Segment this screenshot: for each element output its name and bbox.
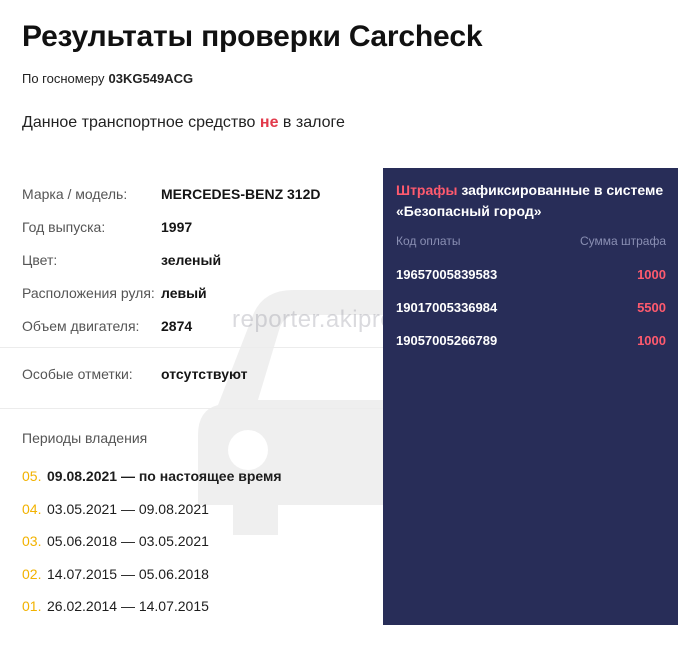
fines-table: 19657005839583 1000 19017005336984 5500 … bbox=[396, 258, 666, 357]
plate-number: 03KG549ACG bbox=[108, 71, 194, 86]
carcheck-results-page: reporter.akipress.org Результаты проверк… bbox=[0, 0, 700, 646]
list-item: 03. 05.06.2018 — 03.05.2021 bbox=[22, 525, 282, 558]
fine-code: 19657005839583 bbox=[396, 267, 498, 282]
spec-row-year: Год выпуска: 1997 bbox=[22, 210, 362, 243]
list-item: 04. 03.05.2021 — 09.08.2021 bbox=[22, 493, 282, 526]
spec-value: 2874 bbox=[161, 317, 193, 334]
pledge-text-before: Данное транспортное средство bbox=[22, 114, 260, 131]
spec-value: MERCEDES-BENZ 312D bbox=[161, 185, 321, 202]
table-row: 19017005336984 5500 bbox=[396, 291, 666, 324]
list-item: 05. 09.08.2021 — по настоящее время bbox=[22, 460, 282, 493]
ownership-periods: 05. 09.08.2021 — по настоящее время 04. … bbox=[22, 460, 282, 623]
fine-amount: 1000 bbox=[637, 333, 666, 348]
list-item: 01. 26.02.2014 — 14.07.2015 bbox=[22, 590, 282, 623]
spec-label: Цвет: bbox=[22, 251, 58, 268]
fine-code: 19057005266789 bbox=[396, 333, 498, 348]
pledge-negation: не bbox=[259, 114, 279, 131]
column-header-amount: Сумма штрафа bbox=[579, 234, 666, 248]
period-range: 14.07.2015 — 05.06.2018 bbox=[47, 565, 209, 582]
spec-label: Объем двигателя: bbox=[22, 317, 140, 334]
fine-code: 19017005336984 bbox=[396, 300, 498, 315]
period-range: 09.08.2021 — по настоящее время bbox=[47, 468, 282, 485]
spec-label: Расположения руля: bbox=[22, 284, 155, 301]
marks-label: Особые отметки: bbox=[22, 366, 133, 382]
spec-row-steering: Расположения руля: левый bbox=[22, 276, 362, 309]
period-number: 05. bbox=[22, 468, 42, 485]
spec-value: левый bbox=[161, 284, 207, 301]
plate-label: По госномеру bbox=[22, 71, 105, 86]
vehicle-specs: Марка / модель: MERCEDES-BENZ 312D Год в… bbox=[22, 177, 362, 342]
fines-title-accent: Штрафы bbox=[396, 182, 458, 198]
list-item: 02. 14.07.2015 — 05.06.2018 bbox=[22, 558, 282, 591]
spec-label: Год выпуска: bbox=[22, 218, 106, 235]
spec-value: 1997 bbox=[161, 218, 193, 235]
fine-amount: 1000 bbox=[637, 267, 666, 282]
table-row: 19057005266789 1000 bbox=[396, 324, 666, 357]
fines-table-header: Код оплаты Сумма штрафа bbox=[396, 234, 666, 248]
period-range: 26.02.2014 — 14.07.2015 bbox=[47, 598, 209, 615]
fines-panel: Штрафы зафиксированные в системе «Безопа… bbox=[383, 168, 678, 625]
pledge-status: Данное транспортное средство не в залоге bbox=[22, 114, 345, 132]
period-number: 03. bbox=[22, 533, 42, 550]
spec-value: зеленый bbox=[161, 251, 222, 268]
column-header-code: Код оплаты bbox=[396, 234, 461, 248]
period-number: 04. bbox=[22, 500, 42, 517]
pledge-text-after: в залоге bbox=[278, 114, 345, 131]
period-range: 03.05.2021 — 09.08.2021 bbox=[47, 500, 209, 517]
fine-amount: 5500 bbox=[637, 300, 666, 315]
spec-row-engine: Объем двигателя: 2874 bbox=[22, 309, 362, 342]
period-number: 01. bbox=[22, 598, 42, 615]
divider bbox=[0, 408, 384, 409]
period-range: 05.06.2018 — 03.05.2021 bbox=[47, 533, 209, 550]
spec-label: Марка / модель: bbox=[22, 185, 128, 202]
divider bbox=[0, 347, 384, 348]
spec-row-model: Марка / модель: MERCEDES-BENZ 312D bbox=[22, 177, 362, 210]
period-number: 02. bbox=[22, 565, 42, 582]
special-marks: Особые отметки: отсутствуют bbox=[22, 366, 247, 382]
ownership-title: Периоды владения bbox=[22, 430, 148, 446]
plate-line: По госномеру 03KG549ACG bbox=[22, 71, 193, 86]
marks-value: отсутствуют bbox=[161, 366, 248, 382]
table-row: 19657005839583 1000 bbox=[396, 258, 666, 291]
page-title: Результаты проверки Carcheck bbox=[22, 20, 483, 53]
spec-row-color: Цвет: зеленый bbox=[22, 243, 362, 276]
fines-title: Штрафы зафиксированные в системе «Безопа… bbox=[396, 180, 666, 222]
